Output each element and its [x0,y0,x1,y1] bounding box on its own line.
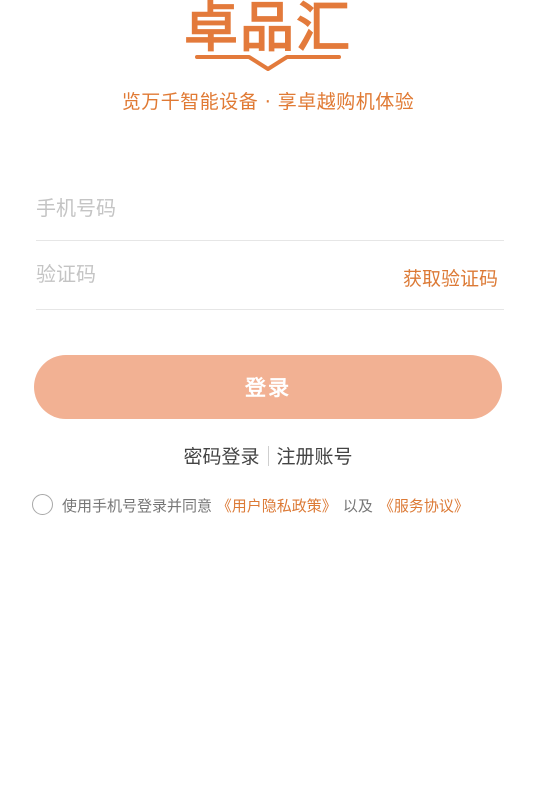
register-link[interactable]: 注册账号 [277,446,353,468]
code-input[interactable] [36,254,376,294]
logo-text: 卓品汇 [184,0,352,59]
agreement-prefix: 使用手机号登录并同意 [62,497,213,515]
code-field: 获取验证码 [36,250,504,310]
agreement-radio[interactable] [32,494,53,515]
phone-input[interactable] [36,188,376,228]
service-agreement-link[interactable]: 《服务协议》 [379,497,469,515]
phone-field [36,182,504,241]
agreement-row: 使用手机号登录并同意 《用户隐私政策》 以及 《服务协议》 [32,494,512,520]
privacy-policy-link[interactable]: 《用户隐私政策》 [217,497,337,515]
link-divider [267,446,269,466]
get-code-button[interactable]: 获取验证码 [403,264,498,291]
agreement-conjunction: 以及 [342,497,373,515]
brand-logo: 卓品汇 [0,0,536,80]
password-login-link[interactable]: 密码登录 [183,446,259,468]
login-button[interactable]: 登录 [34,355,502,419]
alt-links: 密码登录 注册账号 [0,443,536,471]
tagline: 览万千智能设备 · 享卓越购机体验 [121,91,415,113]
logo-chevron-icon [195,55,341,71]
agreement-text: 使用手机号登录并同意 《用户隐私政策》 以及 《服务协议》 [62,496,469,516]
